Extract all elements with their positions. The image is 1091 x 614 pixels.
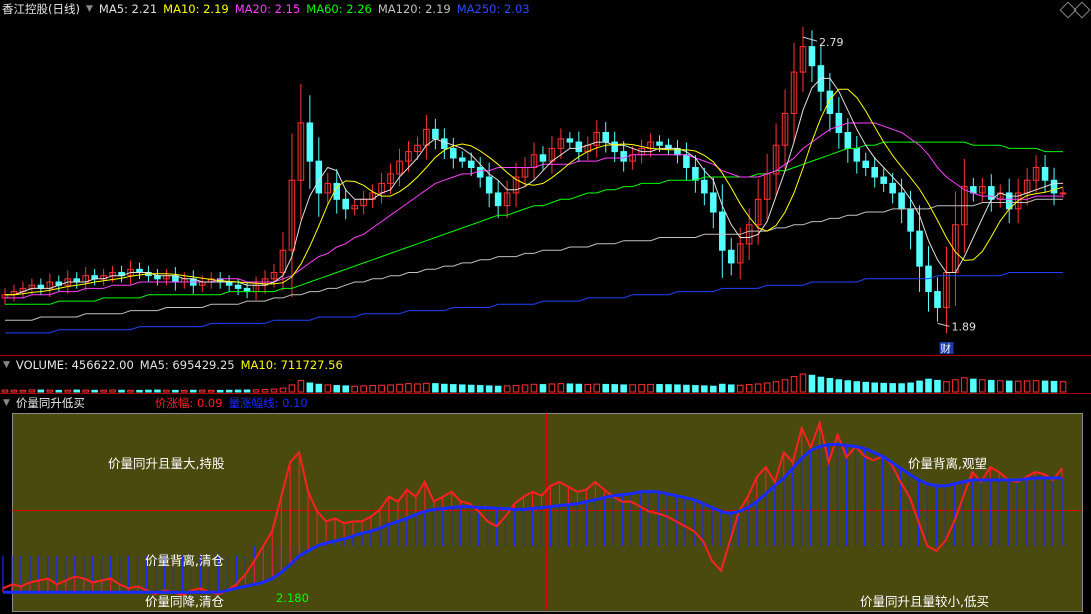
annotation-bottom-left: 价量同降,清仓 [145, 594, 224, 609]
value-label: 2.180 [276, 591, 309, 605]
annotation-top-left: 价量同升且量大,持股 [108, 456, 225, 471]
annotation-top-right: 价量背离,观望 [908, 456, 987, 471]
indicator-chart [2, 419, 1063, 597]
annotation-mid-left: 价量背离,清仓 [145, 553, 224, 568]
annotation-bottom-right: 价量同升且量较小,低买 [860, 594, 989, 609]
